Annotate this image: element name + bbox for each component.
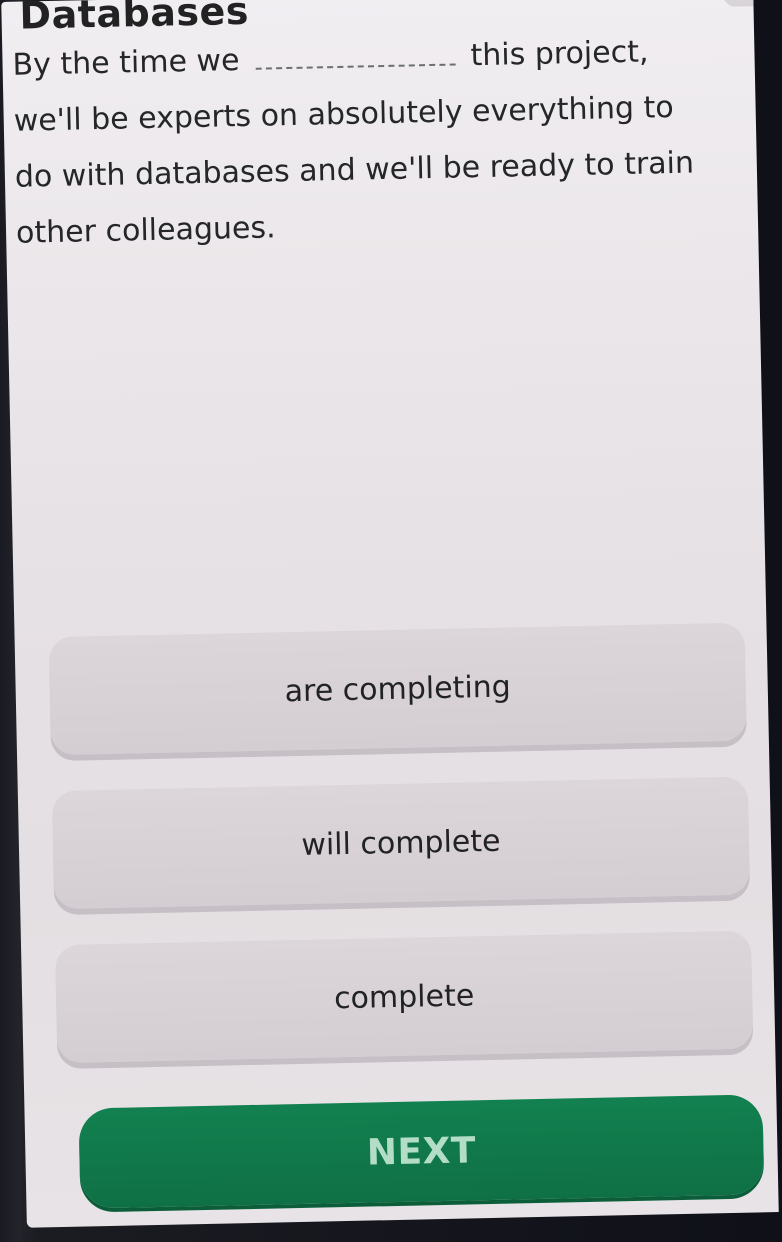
close-handle-icon[interactable] — [723, 0, 754, 7]
phone-frame: Databases By the time we this project, w… — [0, 0, 782, 1242]
answer-options: are completing will complete complete — [48, 622, 755, 1099]
option-label: complete — [333, 977, 475, 1016]
option-will-complete[interactable]: will complete — [51, 776, 751, 910]
page-title: Databases — [19, 0, 250, 38]
option-are-completing[interactable]: are completing — [48, 622, 747, 756]
lesson-screen: Databases By the time we this project, w… — [1, 0, 779, 1228]
option-label: are completing — [284, 668, 512, 709]
next-button-label: NEXT — [366, 1129, 477, 1174]
option-complete[interactable]: complete — [55, 930, 754, 1064]
question-before: By the time we — [12, 43, 240, 83]
question-text: By the time we this project, we'll be ex… — [12, 24, 697, 262]
next-button[interactable]: NEXT — [78, 1094, 765, 1209]
option-label: will complete — [300, 823, 501, 863]
answer-blank — [254, 33, 456, 70]
